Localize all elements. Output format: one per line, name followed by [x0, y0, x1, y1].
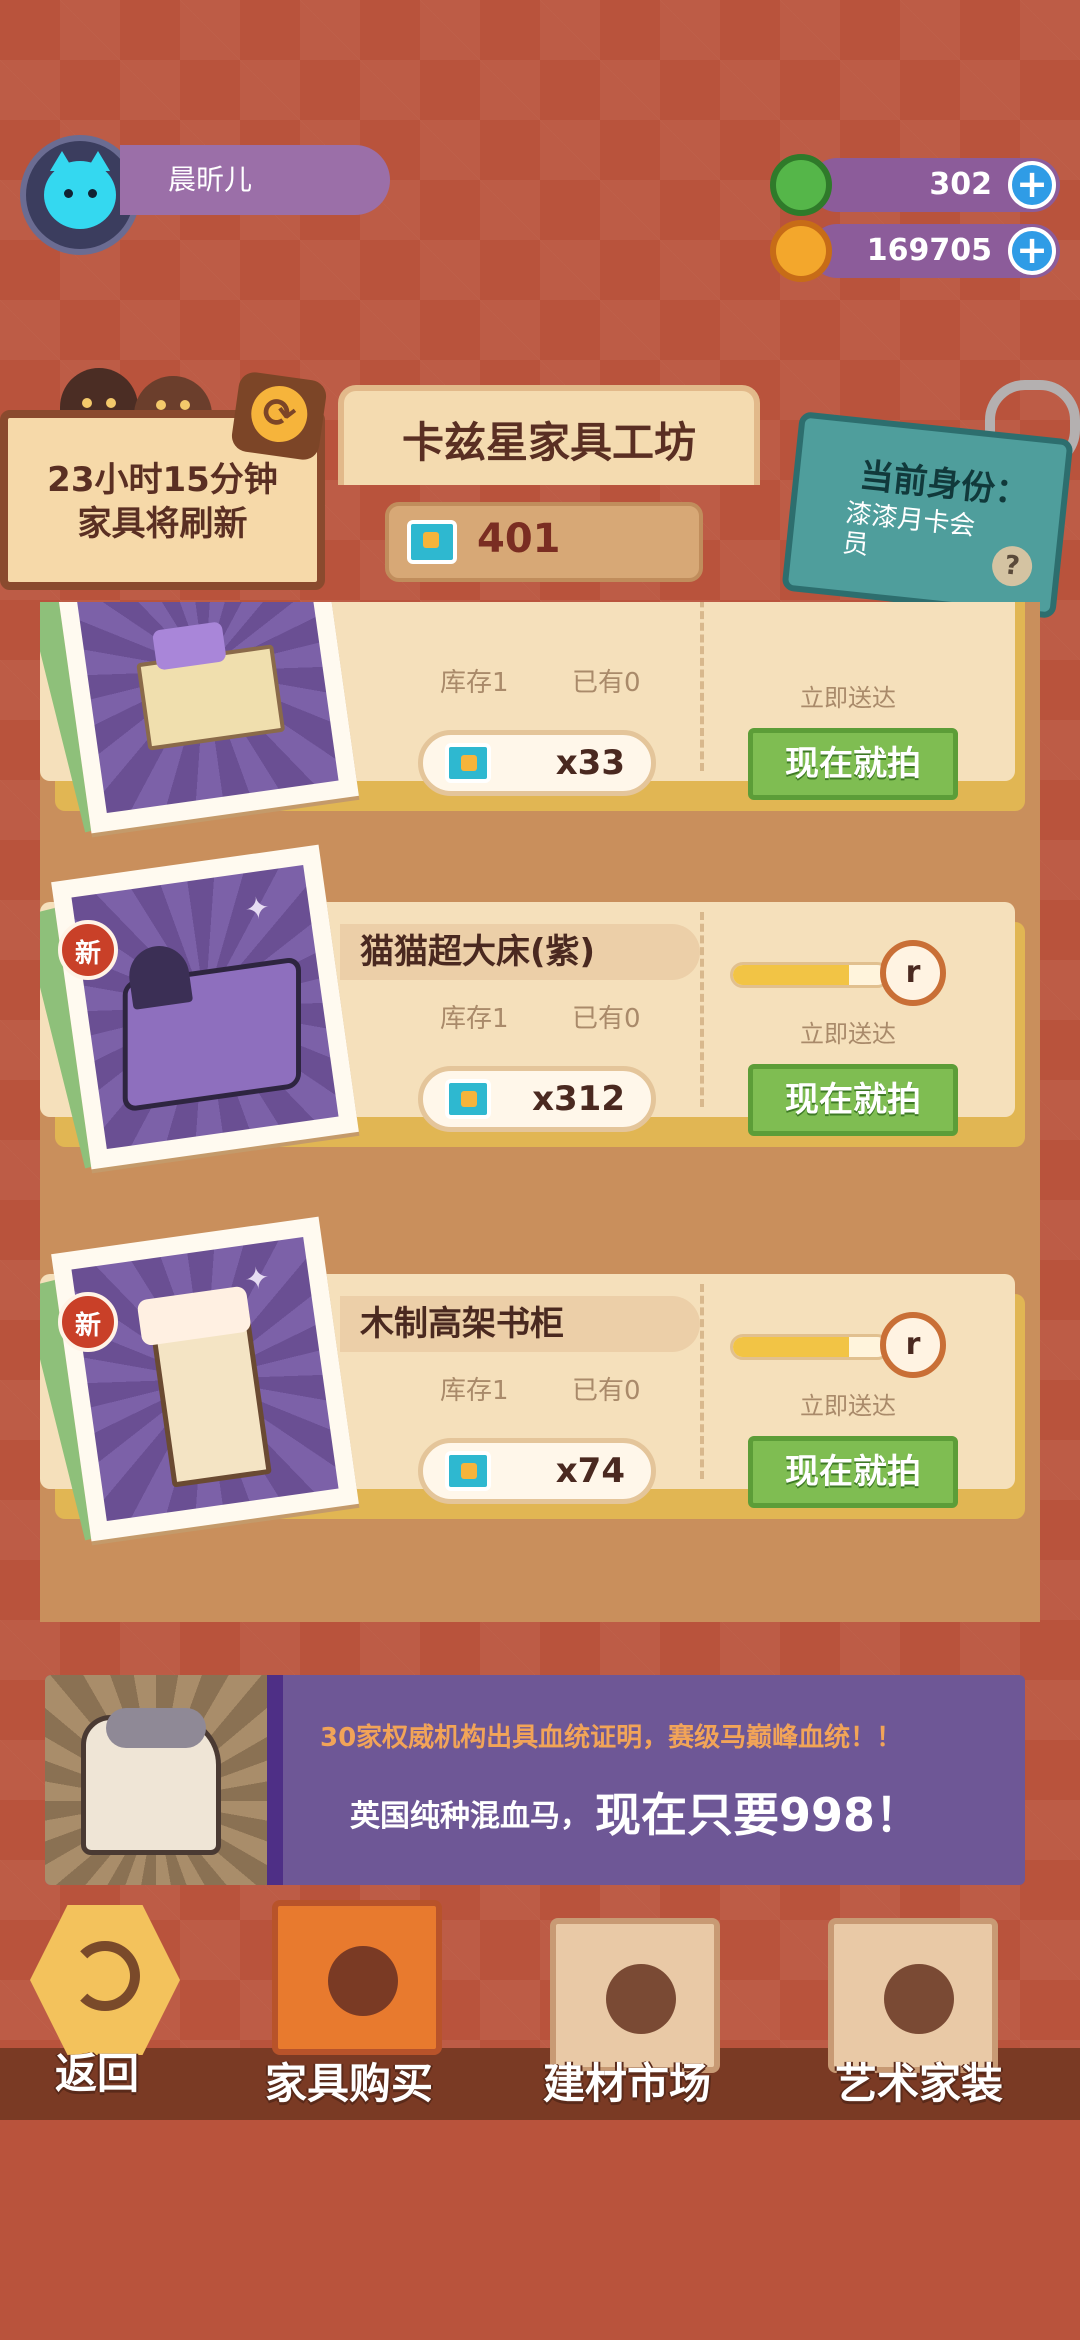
currency-gold-coin: 169705 +: [770, 220, 1070, 282]
furniture-list[interactable]: 库存1 已有0 x33 立即送达 现在就拍 ✦ 新 猫猫超大床(紫) 库存1 已…: [40, 602, 1040, 1622]
new-badge: 新: [58, 1292, 118, 1352]
gold-coin-icon: [770, 220, 832, 282]
player-profile[interactable]: 晨昕儿: [20, 135, 390, 255]
item-price: x74: [418, 1438, 656, 1504]
shop-title: 卡兹星家具工坊: [401, 418, 696, 467]
banner-subline: 英国纯种混血马，: [350, 1799, 590, 1834]
add-gem-button[interactable]: +: [1008, 161, 1056, 209]
dresser-icon: [71, 602, 339, 814]
item-photo: ✦: [51, 1216, 359, 1542]
list-item: ✦ 新 猫猫超大床(紫) 库存1 已有0 x312 r 立即送达 现在就拍: [40, 844, 1025, 1170]
banner-headline: 30家权威机构出具血统证明，赛级马巅峰血统！！: [320, 1723, 903, 1753]
buy-now-button[interactable]: 现在就拍: [748, 1436, 958, 1508]
item-stock: 库存1: [440, 668, 509, 698]
cat-avatar-icon: [44, 151, 116, 229]
back-arrow-icon: [70, 1941, 140, 2011]
banner-price: 现在只要998！: [595, 1788, 922, 1842]
green-gem-icon: [770, 154, 832, 216]
refresh-caption: 家具将刷新: [77, 504, 248, 544]
availability-slider: [730, 962, 890, 988]
paintbrush-icon: [606, 1964, 676, 2034]
ticket-balance: 401: [385, 502, 703, 582]
ticket-icon: [445, 743, 491, 783]
identity-value: 漆漆月卡会员: [841, 498, 977, 561]
item-owned: 已有0: [572, 1376, 641, 1406]
refresh-button[interactable]: ⟳: [229, 370, 329, 462]
help-icon[interactable]: ?: [990, 544, 1035, 589]
star-emblem-icon: [884, 1964, 954, 2034]
ticket-icon: [445, 1079, 491, 1119]
item-photo: ✦: [51, 844, 359, 1170]
item-owned: 已有0: [572, 668, 641, 698]
horse-icon: [81, 1708, 221, 1855]
refresh-icon: ⟳: [247, 382, 311, 446]
availability-slider: [730, 1334, 890, 1360]
refresh-countdown: 23小时15分钟: [47, 460, 278, 500]
currency-green-gem: 302 +: [770, 154, 1070, 216]
cat-bed-icon: ✦: [71, 864, 339, 1150]
list-item: 库存1 已有0 x33 立即送达 现在就拍: [40, 602, 1025, 834]
nav-materials-label[interactable]: 建材市场: [543, 2050, 711, 2111]
add-coin-button[interactable]: +: [1008, 227, 1056, 275]
timer-knob-icon: r: [880, 1312, 946, 1378]
item-price: x312: [418, 1066, 656, 1132]
ticket-icon: [445, 1451, 491, 1491]
nav-furniture-label[interactable]: 家具购买: [265, 2050, 433, 2111]
gift-heart-icon: [328, 1946, 398, 2016]
item-stock: 库存1: [440, 1004, 509, 1034]
bookshelf-icon: ✦: [71, 1236, 339, 1522]
delivery-label: 立即送达: [800, 1392, 896, 1420]
new-badge: 新: [58, 920, 118, 980]
item-photo: [51, 602, 359, 834]
ticket-icon: [407, 520, 457, 564]
list-item: ✦ 新 木制高架书柜 库存1 已有0 x74 r 立即送达 现在就拍: [40, 1216, 1025, 1542]
timer-knob-icon: r: [880, 940, 946, 1006]
buy-now-button[interactable]: 现在就拍: [748, 728, 958, 800]
delivery-label: 立即送达: [800, 1020, 896, 1048]
item-price: x33: [418, 730, 656, 796]
item-stock: 库存1: [440, 1376, 509, 1406]
promo-banner[interactable]: 30家权威机构出具血统证明，赛级马巅峰血统！！ 英国纯种混血马， 现在只要998…: [45, 1675, 1025, 1885]
item-name: 猫猫超大床(紫): [340, 924, 700, 980]
ticket-count: 401: [477, 516, 561, 562]
delivery-label: 立即送达: [800, 684, 896, 712]
banner-image: [45, 1675, 267, 1885]
back-label[interactable]: 返回: [55, 2040, 139, 2101]
identity-card[interactable]: 当前身份： 漆漆月卡会员 ?: [781, 411, 1074, 619]
buy-now-button[interactable]: 现在就拍: [748, 1064, 958, 1136]
item-name: 木制高架书柜: [340, 1296, 700, 1352]
username: 晨昕儿: [120, 145, 390, 215]
nav-furniture-tab[interactable]: [272, 1900, 442, 2055]
shop-title-tab: 卡兹星家具工坊: [338, 385, 760, 485]
back-button[interactable]: [30, 1905, 180, 2055]
nav-art-label[interactable]: 艺术家装: [835, 2050, 1003, 2111]
item-owned: 已有0: [572, 1004, 641, 1034]
